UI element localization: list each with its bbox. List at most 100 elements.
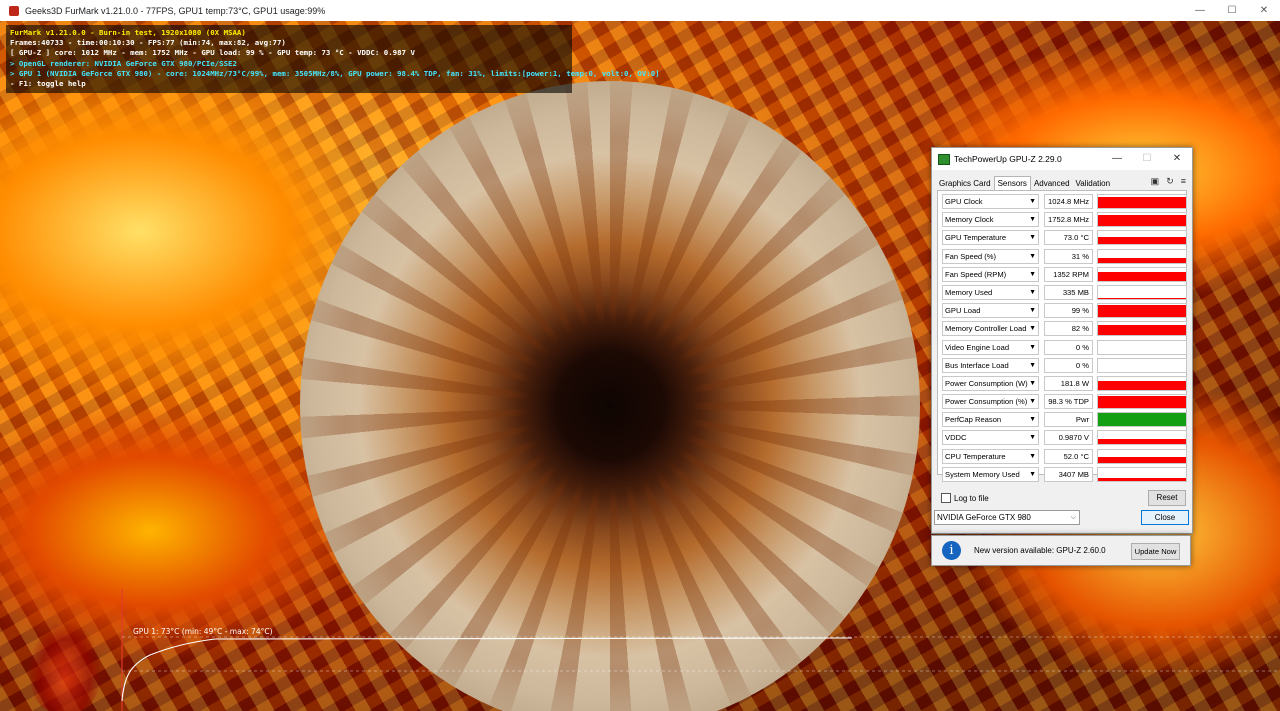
sensor-row: Power Consumption (%) ▼ 98.3 % TDP [940, 393, 1187, 411]
sensor-row: CPU Temperature ▼ 52.0 °C [940, 448, 1187, 466]
sensor-graph [1097, 394, 1187, 410]
sensor-name: System Memory Used [945, 469, 1020, 479]
sensor-name-dropdown[interactable]: GPU Clock ▼ [942, 194, 1039, 209]
gpuz-maximize-button[interactable]: ☐ [1132, 148, 1162, 170]
sensor-graph-fill [1098, 395, 1186, 409]
sensor-value: 1352 RPM [1044, 266, 1093, 282]
overlay-line-help: - F1: toggle help [10, 79, 86, 89]
sensor-name-dropdown[interactable]: GPU Temperature ▼ [942, 230, 1039, 246]
sensor-name-dropdown[interactable]: PerfCap Reason ▼ [942, 412, 1039, 428]
camera-icon[interactable]: ▣ [1151, 176, 1160, 187]
tab-sensors[interactable]: Sensors [993, 176, 1031, 190]
dropdown-caret-icon: ▼ [1029, 270, 1036, 278]
sensor-name-dropdown[interactable]: GPU Load ▼ [942, 303, 1039, 319]
sensor-graph [1097, 357, 1187, 373]
sensor-name-dropdown[interactable]: System Memory Used ▼ [942, 466, 1039, 482]
maximize-button[interactable]: ☐ [1216, 0, 1248, 21]
sensor-graph-fill [1098, 271, 1186, 281]
sensor-name: GPU Load [945, 306, 981, 316]
gpuz-close-button[interactable]: ✕ [1162, 148, 1192, 170]
sensor-name: Power Consumption (%) [945, 397, 1028, 407]
sensor-name-dropdown[interactable]: Bus Interface Load ▼ [942, 357, 1039, 373]
sensor-value: 73.0 °C [1044, 230, 1093, 246]
log-to-file-checkbox[interactable] [941, 493, 951, 503]
device-select[interactable]: NVIDIA GeForce GTX 980 ⌵ [934, 510, 1080, 525]
sensor-graph-fill [1098, 236, 1186, 245]
sensor-graph-fill [1098, 413, 1186, 427]
sensor-name-dropdown[interactable]: Power Consumption (W) ▼ [942, 375, 1039, 391]
gpuz-app-icon [938, 153, 950, 165]
furmark-stats-overlay: FurMark v1.21.0.0 - Burn-in test, 1920x1… [6, 25, 660, 93]
sensor-name: PerfCap Reason [945, 415, 1002, 425]
sensor-row: Bus Interface Load ▼ 0 % [940, 357, 1187, 375]
dropdown-caret-icon: ▼ [1029, 416, 1036, 424]
sensor-graph [1097, 375, 1187, 391]
sensor-graph [1097, 303, 1187, 319]
sensor-value: 335 MB [1044, 284, 1093, 300]
temperature-curve [121, 637, 853, 702]
sensor-value: 98.3 % TDP [1044, 394, 1093, 410]
sensor-graph [1097, 212, 1187, 228]
refresh-icon[interactable]: ↻ [1166, 176, 1174, 187]
sensor-row: Fan Speed (%) ▼ 31 % [940, 248, 1187, 266]
sensor-row: Video Engine Load ▼ 0 % [940, 339, 1187, 357]
gpuz-toolbar: ▣ ↻ ≡ [1151, 176, 1186, 187]
gpuz-window-controls: — ☐ ✕ [1102, 148, 1192, 170]
dropdown-caret-icon: ▼ [1029, 470, 1036, 478]
sensor-name-dropdown[interactable]: Memory Used ▼ [942, 284, 1039, 300]
sensor-name-dropdown[interactable]: Video Engine Load ▼ [942, 339, 1039, 355]
sensor-graph [1097, 321, 1187, 337]
sensor-graph [1097, 194, 1187, 209]
log-to-file-option[interactable]: Log to file [941, 493, 989, 503]
update-message: New version available: GPU-Z 2.60.0 [974, 546, 1106, 555]
sensor-graph-fill [1098, 478, 1186, 481]
gpuz-tabs: Graphics Card Sensors Advanced Validatio… [936, 174, 1192, 190]
sensor-row: GPU Load ▼ 99 % [940, 302, 1187, 320]
reset-button[interactable]: Reset [1148, 490, 1186, 506]
sensor-graph [1097, 266, 1187, 282]
overlay-line-frames: Frames:40733 - time:00:10:30 - FPS:77 (m… [10, 38, 286, 48]
dropdown-caret-icon: ▼ [1029, 398, 1036, 406]
tab-advanced[interactable]: Advanced [1031, 177, 1073, 190]
sensor-row: Memory Clock ▼ 1752.8 MHz [940, 211, 1187, 229]
sensor-value: 52.0 °C [1044, 448, 1093, 464]
sensor-name-dropdown[interactable]: Power Consumption (%) ▼ [942, 394, 1039, 410]
sensor-name-dropdown[interactable]: Memory Controller Load ▼ [942, 321, 1039, 337]
sensor-graph [1097, 284, 1187, 300]
sensor-name-dropdown[interactable]: CPU Temperature ▼ [942, 448, 1039, 464]
info-icon: i [942, 541, 961, 560]
dropdown-caret-icon: ▼ [1029, 379, 1036, 387]
furmark-app-icon [9, 5, 19, 16]
sensor-row: Memory Used ▼ 335 MB [940, 284, 1187, 302]
close-button[interactable]: ✕ [1248, 0, 1280, 21]
sensor-row: PerfCap Reason ▼ Pwr [940, 411, 1187, 429]
sensor-graph [1097, 466, 1187, 482]
sensor-name: Bus Interface Load [945, 360, 1009, 370]
tab-graphics-card[interactable]: Graphics Card [936, 177, 994, 190]
tab-validation[interactable]: Validation [1073, 177, 1114, 190]
sensor-graph [1097, 339, 1187, 355]
sensor-name: Memory Used [945, 287, 993, 297]
sensor-graph-fill [1098, 380, 1186, 390]
sensor-name-dropdown[interactable]: Fan Speed (RPM) ▼ [942, 266, 1039, 282]
sensor-name: CPU Temperature [945, 451, 1006, 461]
gpuz-minimize-button[interactable]: — [1102, 148, 1132, 170]
chevron-down-icon: ⌵ [1070, 514, 1076, 521]
menu-icon[interactable]: ≡ [1181, 176, 1186, 187]
sensor-name-dropdown[interactable]: Fan Speed (%) ▼ [942, 248, 1039, 264]
sensor-value: 0 % [1044, 357, 1093, 373]
sensor-row: GPU Clock ▼ 1024.8 MHz [940, 193, 1187, 211]
overlay-line-gpu1: > GPU 1 (NVIDIA GeForce GTX 980) - core:… [10, 68, 660, 78]
sensor-row: VDDC ▼ 0.9870 V [940, 429, 1187, 447]
sensor-row: Power Consumption (W) ▼ 181.8 W [940, 375, 1187, 393]
sensor-name-dropdown[interactable]: VDDC ▼ [942, 430, 1039, 446]
sensor-name-dropdown[interactable]: Memory Clock ▼ [942, 212, 1039, 228]
gpuz-window-title: TechPowerUp GPU-Z 2.29.0 [954, 154, 1062, 164]
sensor-value: 181.8 W [1044, 375, 1093, 391]
sensor-name: Fan Speed (%) [945, 251, 997, 261]
sensor-value: 82 % [1044, 321, 1093, 337]
minimize-button[interactable]: — [1184, 0, 1216, 21]
dropdown-caret-icon: ▼ [1029, 452, 1036, 460]
update-now-button[interactable]: Update Now [1131, 543, 1180, 560]
close-window-button[interactable]: Close [1141, 510, 1189, 525]
